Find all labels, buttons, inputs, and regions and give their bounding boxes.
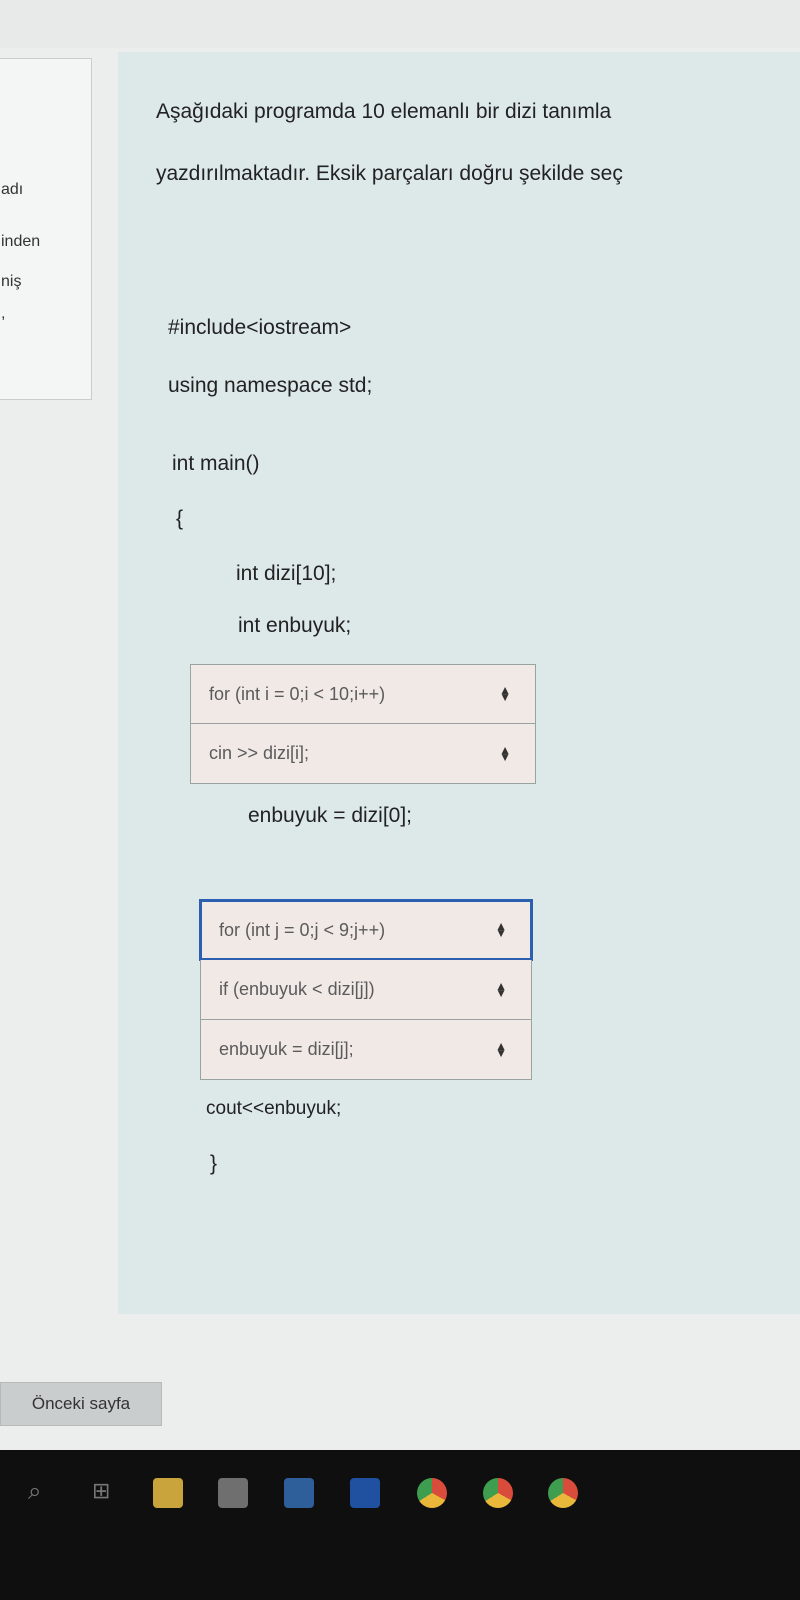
quiz-navigation-panel: adı inden niş , [0,58,92,400]
mail-icon[interactable] [284,1478,314,1508]
sidebar-fragment: adı [1,181,24,198]
question-text-line-2: yazdırılmaktadır. Eksik parçaları doğru … [156,162,623,185]
dropdown-value: for (int j = 0;j < 9;j++) [219,919,386,940]
chrome-icon[interactable] [483,1478,513,1508]
code-max-declaration: int enbuyuk; [238,614,352,637]
dropdown-value: enbuyuk = dizi[j]; [219,1039,354,1059]
sidebar-fragment: niş [1,273,22,290]
code-cout: cout<<enbuyuk; [206,1098,342,1119]
up-down-arrow-icon: ▲ ▼ [495,1038,507,1060]
dropdown-max-loop[interactable]: for (int j = 0;j < 9;j++) ▲ ▼ [199,899,533,961]
question-text-line-1: Aşağıdaki programda 10 elemanlı bir dizi… [156,100,612,123]
sidebar-fragment: , [1,305,6,322]
question-card: Aşağıdaki programda 10 elemanlı bir dizi… [118,52,800,1314]
windows-taskbar: ⌕ ⊞ [0,1450,800,1600]
code-assign-first: enbuyuk = dizi[0]; [248,804,413,827]
code-namespace: using namespace std; [168,374,373,397]
code-include: #include<iostream> [168,316,352,339]
dropdown-value: for (int i = 0;i < 10;i++) [209,683,386,704]
chrome-icon[interactable] [548,1478,578,1508]
select-group-max-loop: for (int j = 0;j < 9;j++) ▲ ▼ if (enbuyuk… [199,899,533,1080]
up-down-arrow-icon: ▲ ▼ [499,683,511,704]
dropdown-max-assign[interactable]: enbuyuk = dizi[j]; ▲ ▼ [200,1020,532,1080]
up-down-arrow-icon: ▲ ▼ [499,742,511,764]
chrome-icon[interactable] [417,1478,447,1508]
page-top-bar [0,0,800,48]
search-icon[interactable]: ⌕ [28,1478,58,1508]
store-icon[interactable] [218,1478,248,1508]
dropdown-max-condition[interactable]: if (enbuyuk < dizi[j]) ▲ ▼ [200,960,532,1020]
dropdown-input-read[interactable]: cin >> dizi[i]; ▲ ▼ [190,724,536,784]
code-array-declaration: int dizi[10]; [236,562,337,585]
task-view-icon[interactable]: ⊞ [92,1478,122,1508]
dropdown-value: cin >> dizi[i]; [209,743,310,763]
file-explorer-icon[interactable] [153,1478,183,1508]
up-down-arrow-icon: ▲ ▼ [495,919,507,940]
code-main: int main() [172,452,260,475]
app-icon[interactable] [350,1478,380,1508]
previous-page-button[interactable]: Önceki sayfa [0,1382,162,1426]
sidebar-fragment: inden [1,233,41,250]
up-down-arrow-icon: ▲ ▼ [495,978,507,1000]
code-open-brace: { [176,507,184,530]
dropdown-value: if (enbuyuk < dizi[j]) [219,979,375,999]
dropdown-input-loop[interactable]: for (int i = 0;i < 10;i++) ▲ ▼ [190,664,536,724]
code-close-brace: } [210,1152,218,1175]
select-group-input-loop: for (int i = 0;i < 10;i++) ▲ ▼ cin >> diz… [190,664,536,784]
